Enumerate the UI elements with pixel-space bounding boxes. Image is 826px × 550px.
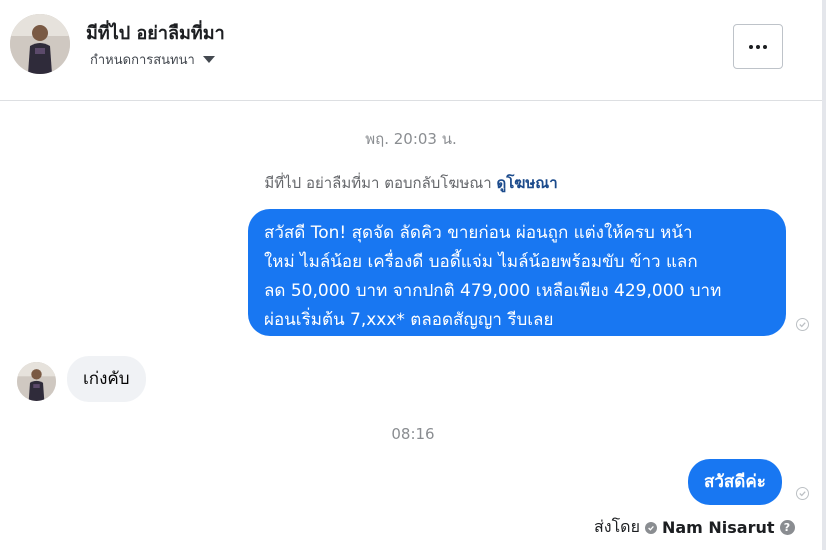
timestamp-2: 08:16: [391, 425, 435, 443]
view-ad-link[interactable]: ดูโฆษณา: [496, 174, 557, 192]
conversation-settings-label: กำหนดการสนทนา: [90, 53, 195, 68]
more-options-button[interactable]: [733, 24, 783, 69]
outgoing-message-1[interactable]: สวัสดี Ton! สุดจัด ลัดคิว ขายก่อน ผ่อนถู…: [248, 209, 786, 336]
timestamp-1: พฤ. 20:03 น.: [365, 130, 457, 148]
message-line: ใหม่ ไมล์น้อย เครื่องดี บอดี้แจ่ม ไมล์น้…: [264, 252, 698, 272]
sender-avatar[interactable]: [17, 362, 56, 401]
more-icon-dot: [763, 44, 767, 49]
sent-by-info: ส่งโดย Nam Nisarut ?: [594, 515, 795, 540]
help-icon[interactable]: ?: [779, 520, 795, 535]
more-icon-dot: [756, 44, 760, 49]
more-icon: [749, 44, 753, 49]
conversation-settings-dropdown[interactable]: กำหนดการสนทนา: [90, 49, 215, 70]
verified-icon: [644, 521, 657, 534]
seen-check-icon: [796, 318, 809, 331]
caret-down-icon: [202, 56, 215, 63]
message-line: สวัสดี Ton! สุดจัด ลัดคิว ขายก่อน ผ่อนถู…: [264, 223, 693, 243]
page-avatar[interactable]: [10, 14, 70, 74]
scrollbar[interactable]: [822, 0, 826, 550]
ad-reply-text: มีที่ไป อย่าลืมที่มา ตอบกลับโฆษณา: [264, 174, 492, 192]
page-title: มีที่ไป อย่าลืมที่มา: [86, 23, 225, 44]
ad-reply-notice: มีที่ไป อย่าลืมที่มา ตอบกลับโฆษณา ดูโฆษณ…: [0, 171, 822, 195]
message-line: ผ่อนเริ่มต้น 7,xxx* ตลอดสัญญา รีบเลย: [264, 310, 554, 330]
incoming-message-1[interactable]: เก่งคับ: [67, 356, 146, 402]
sender-name: Nam Nisarut: [661, 518, 775, 537]
seen-check-icon: [796, 487, 809, 500]
outgoing-message-2[interactable]: สวัสดีค่ะ: [688, 459, 782, 505]
conversation-header: มีที่ไป อย่าลืมที่มา กำหนดการสนทนา: [0, 0, 822, 101]
message-line: ลด 50,000 บาท จากปกติ 479,000 เหลือเพียง…: [264, 281, 722, 301]
sent-by-label: ส่งโดย: [594, 517, 640, 536]
